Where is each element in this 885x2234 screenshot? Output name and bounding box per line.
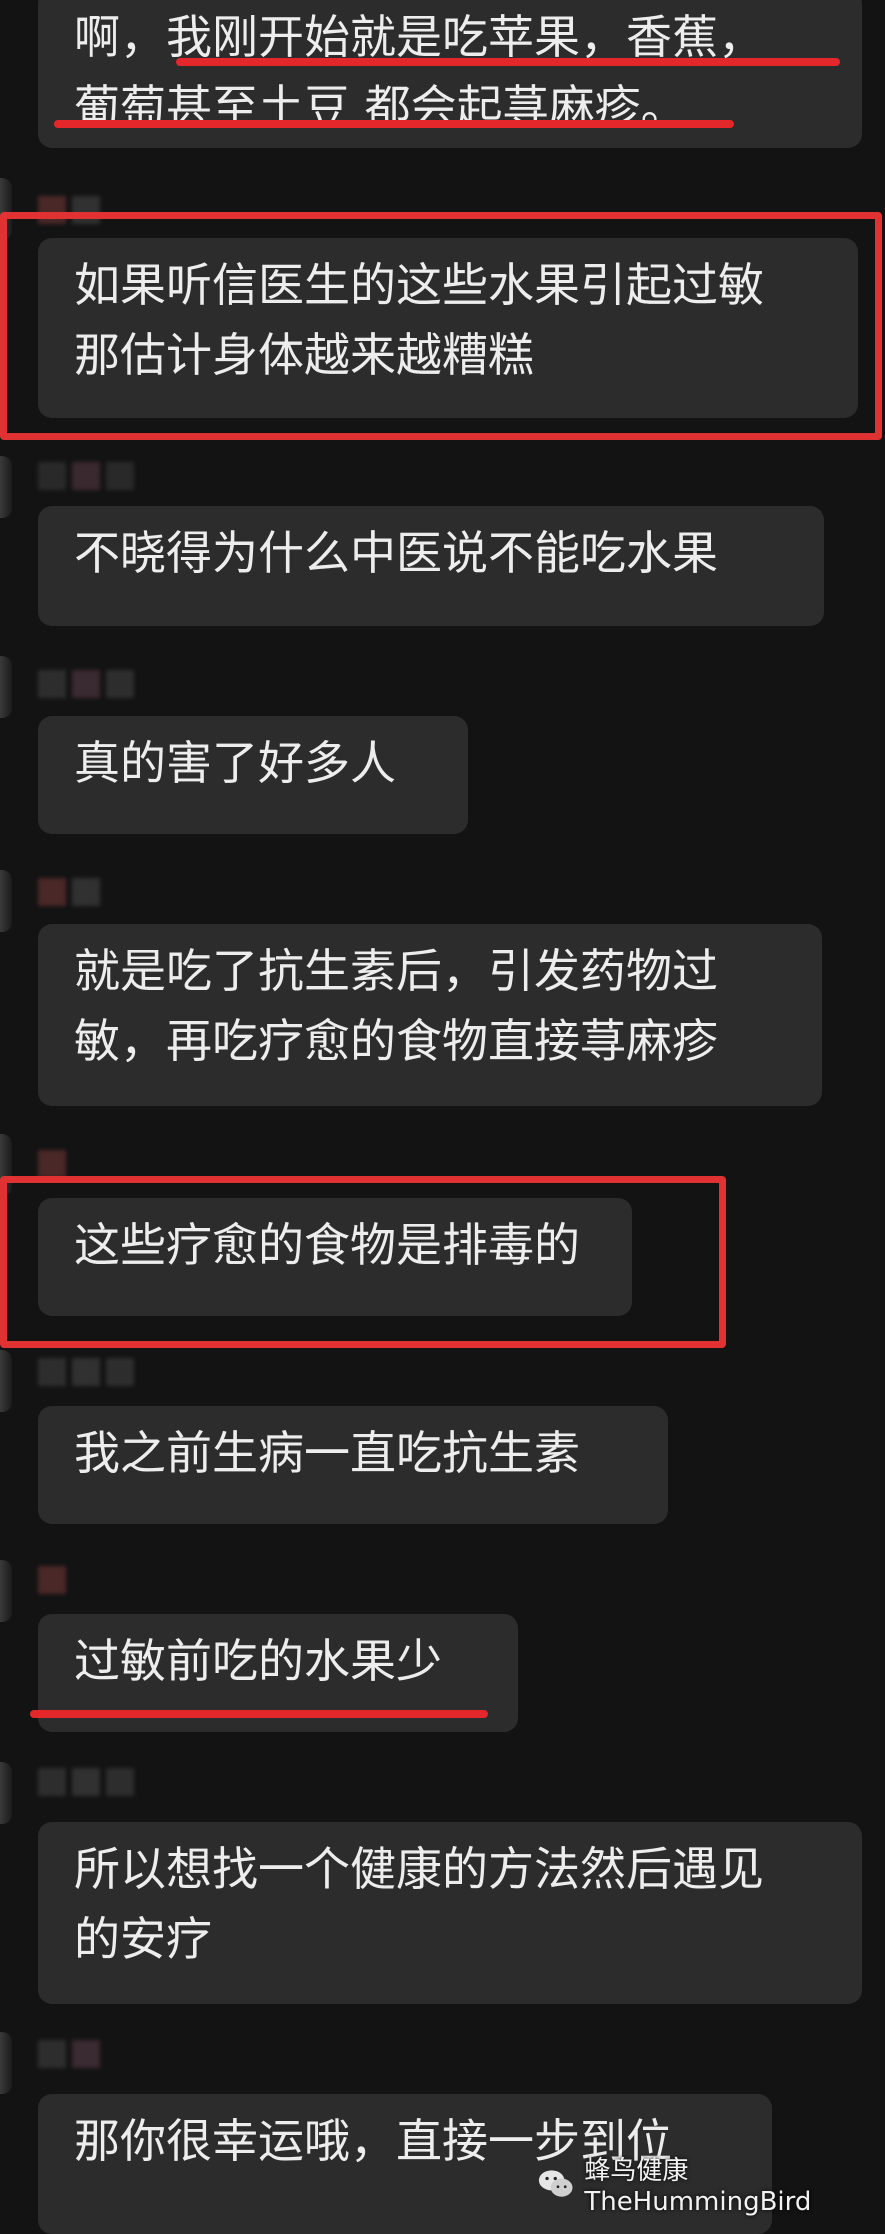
avatar <box>0 456 12 518</box>
avatar <box>0 1350 12 1412</box>
avatar <box>0 1560 12 1622</box>
highlight-box <box>0 212 882 440</box>
blurred-nickname <box>38 2040 100 2070</box>
highlight-underline <box>176 58 840 66</box>
blurred-nickname <box>38 878 100 908</box>
avatar <box>0 1762 12 1824</box>
highlight-box <box>0 1176 726 1348</box>
message-bubble-5: 就是吃了抗生素后，引发药物过 敏，再吃疗愈的食物直接荨麻疹 <box>38 924 822 1106</box>
message-bubble-9: 所以想找一个健康的方法然后遇见 的安疗 <box>38 1822 862 2004</box>
watermark-text: 蜂鸟健康TheHummingBird <box>584 2156 812 2217</box>
message-bubble-3: 不晓得为什么中医说不能吃水果 <box>38 506 824 626</box>
avatar <box>0 656 12 718</box>
highlight-underline <box>54 120 734 128</box>
avatar <box>0 2032 12 2094</box>
blurred-nickname <box>38 462 134 492</box>
watermark: 蜂鸟健康TheHummingBird <box>538 2150 885 2217</box>
wechat-icon <box>538 2169 573 2197</box>
blurred-nickname <box>38 670 134 700</box>
blurred-nickname <box>38 1566 66 1596</box>
highlight-underline <box>30 1710 488 1718</box>
avatar <box>0 870 12 932</box>
message-bubble-4: 真的害了好多人 <box>38 716 468 834</box>
message-bubble-7: 我之前生病一直吃抗生素 <box>38 1406 668 1524</box>
blurred-nickname <box>38 1768 134 1798</box>
blurred-nickname <box>38 1358 134 1388</box>
